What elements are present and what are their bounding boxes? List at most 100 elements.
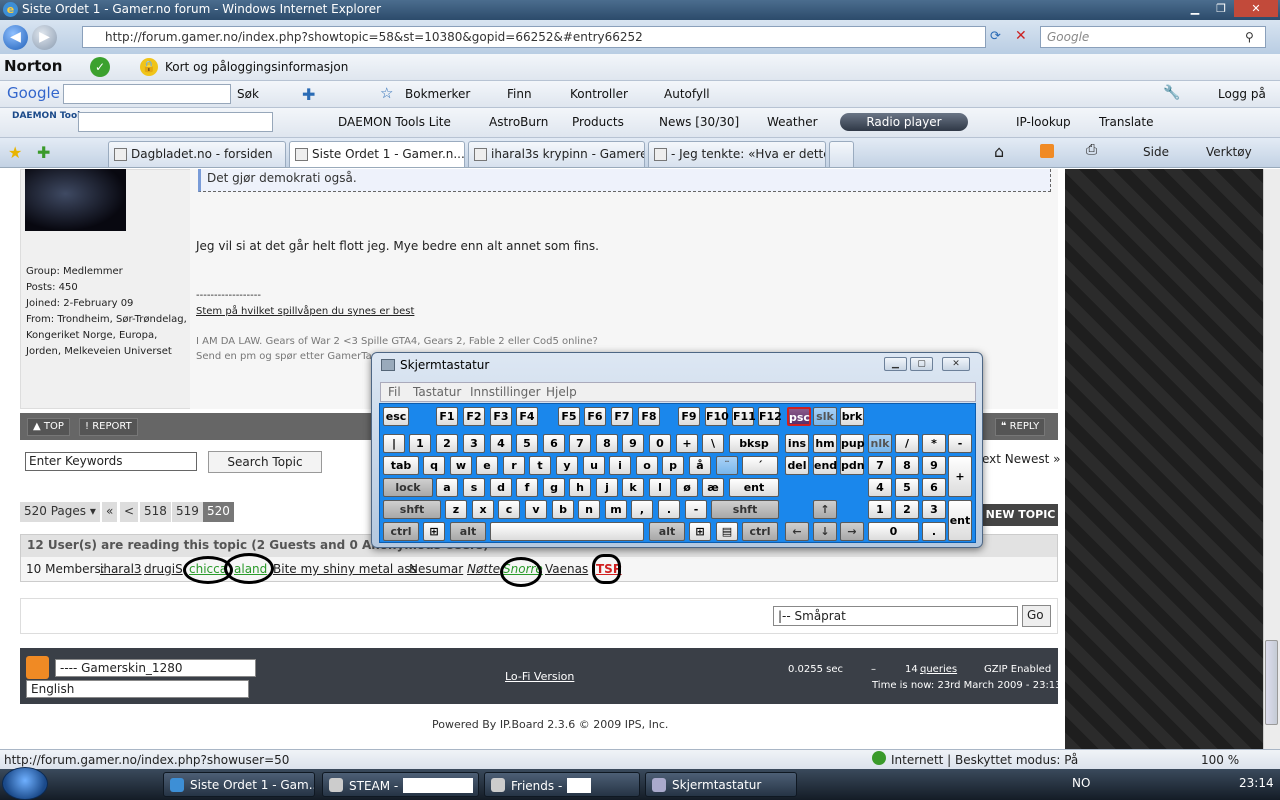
norton-identity-menu[interactable]: Kort og påloggingsinformasjon: [165, 60, 348, 74]
search-icon[interactable]: ⚲: [1245, 30, 1254, 44]
key-F12[interactable]: F12: [758, 407, 782, 426]
key-alt[interactable]: alt: [649, 522, 685, 541]
task-osk[interactable]: Skjermtastatur: [645, 772, 797, 797]
key-ctrl[interactable]: ctrl: [742, 522, 778, 541]
iplookup-link[interactable]: IP-lookup: [1016, 115, 1071, 129]
key-⊞[interactable]: ⊞: [423, 522, 445, 541]
key-6[interactable]: 6: [543, 434, 565, 453]
first-page-link[interactable]: «: [102, 502, 118, 522]
key-¨[interactable]: ¨: [716, 456, 738, 475]
add-icon[interactable]: ✚: [302, 85, 315, 104]
key-\[interactable]: \: [702, 434, 724, 453]
key-a[interactable]: a: [436, 478, 458, 497]
autofill-menu[interactable]: Autofyll: [664, 87, 710, 101]
key-F7[interactable]: F7: [611, 407, 633, 426]
task-steam[interactable]: STEAM -: [322, 772, 479, 797]
key--[interactable]: -: [948, 434, 972, 453]
key-ø[interactable]: ø: [676, 478, 698, 497]
key-F1[interactable]: F1: [436, 407, 458, 426]
key-alt[interactable]: alt: [450, 522, 486, 541]
key-w[interactable]: w: [450, 456, 472, 475]
member-link[interactable]: Nesumar: [409, 562, 463, 576]
key-7[interactable]: 7: [569, 434, 591, 453]
key-+[interactable]: +: [948, 456, 972, 497]
reply-button[interactable]: ❝ REPLY: [995, 418, 1046, 436]
key-9[interactable]: 9: [622, 434, 644, 453]
key-7[interactable]: 7: [868, 456, 892, 475]
key-r[interactable]: r: [503, 456, 525, 475]
page-518-link[interactable]: 518: [140, 502, 171, 522]
key-ins[interactable]: ins: [785, 434, 809, 453]
key-▤[interactable]: ▤: [716, 522, 738, 541]
key-i[interactable]: i: [609, 456, 631, 475]
key-b[interactable]: b: [552, 500, 574, 519]
key-5[interactable]: 5: [516, 434, 538, 453]
search-topic-button[interactable]: Search Topic: [208, 451, 322, 473]
key-del[interactable]: del: [785, 456, 809, 475]
key-p[interactable]: p: [662, 456, 684, 475]
osk-menu-settings[interactable]: Innstillinger: [470, 385, 541, 399]
next-newest-link[interactable]: ext Newest »: [982, 452, 1060, 466]
tools-menu[interactable]: Verktøy: [1206, 145, 1252, 159]
key-9[interactable]: 9: [922, 456, 946, 475]
key-0[interactable]: 0: [868, 522, 919, 541]
osk-menu-help[interactable]: Hjelp: [546, 385, 577, 399]
member-link[interactable]: Nøtte: [467, 562, 500, 576]
key-↑[interactable]: ↑: [813, 500, 837, 519]
key-ent[interactable]: ent: [729, 478, 779, 497]
key-nlk[interactable]: nlk: [868, 434, 892, 453]
forward-button[interactable]: ▶: [32, 25, 57, 50]
osk-menu-keyboard[interactable]: Tastatur: [413, 385, 461, 399]
key-x[interactable]: x: [472, 500, 494, 519]
key-ent[interactable]: ent: [948, 500, 972, 541]
key-u[interactable]: u: [583, 456, 605, 475]
key-t[interactable]: t: [529, 456, 551, 475]
key-ctrl[interactable]: ctrl: [383, 522, 419, 541]
key-3[interactable]: 3: [463, 434, 485, 453]
key-´[interactable]: ´: [742, 456, 778, 475]
key-8[interactable]: 8: [596, 434, 618, 453]
close-button[interactable]: ✕: [1234, 0, 1278, 17]
key-j[interactable]: j: [596, 478, 618, 497]
add-favorite-icon[interactable]: ✚: [37, 143, 50, 162]
key-shft[interactable]: shft: [711, 500, 779, 519]
key-↓[interactable]: ↓: [813, 522, 837, 541]
norton-check-icon[interactable]: ✓: [90, 57, 110, 77]
radio-player[interactable]: Radio player: [840, 113, 968, 131]
security-zone[interactable]: Internett | Beskyttet modus: På: [891, 753, 1078, 767]
task-ie[interactable]: Siste Ordet 1 - Gam...: [163, 772, 315, 797]
favorites-star-icon[interactable]: ★: [8, 143, 22, 162]
key-5[interactable]: 5: [895, 478, 919, 497]
page-519-link[interactable]: 519: [172, 502, 203, 522]
page-menu[interactable]: Side: [1143, 145, 1169, 159]
refresh-icon[interactable]: ⟳: [990, 29, 1001, 44]
key-.[interactable]: .: [922, 522, 946, 541]
new-topic-button[interactable]: NEW TOPIC: [983, 504, 1058, 526]
key-F4[interactable]: F4: [516, 407, 538, 426]
scrollbar-thumb[interactable]: [1265, 640, 1278, 725]
key-space[interactable]: [490, 522, 644, 541]
translate-menu[interactable]: Translate: [1099, 115, 1154, 129]
key-→[interactable]: →: [840, 522, 864, 541]
key-⊞[interactable]: ⊞: [689, 522, 711, 541]
key-z[interactable]: z: [445, 500, 467, 519]
key-hm[interactable]: hm: [813, 434, 837, 453]
key-*[interactable]: *: [922, 434, 946, 453]
print-icon[interactable]: ⎙: [1086, 142, 1097, 158]
key-k[interactable]: k: [622, 478, 644, 497]
key-|[interactable]: |: [383, 434, 405, 453]
key-e[interactable]: e: [476, 456, 498, 475]
google-login[interactable]: Logg på: [1218, 87, 1266, 101]
key-æ[interactable]: æ: [702, 478, 724, 497]
key-F10[interactable]: F10: [705, 407, 729, 426]
language-select[interactable]: English: [26, 680, 249, 698]
daemon-search-input[interactable]: [78, 112, 273, 132]
key-←[interactable]: ←: [785, 522, 809, 541]
key-F3[interactable]: F3: [490, 407, 512, 426]
osk-menu-file[interactable]: Fil: [388, 385, 401, 399]
key-3[interactable]: 3: [922, 500, 946, 519]
key-6[interactable]: 6: [922, 478, 946, 497]
key-m[interactable]: m: [605, 500, 627, 519]
key-esc[interactable]: esc: [383, 407, 409, 426]
key-c[interactable]: c: [498, 500, 520, 519]
